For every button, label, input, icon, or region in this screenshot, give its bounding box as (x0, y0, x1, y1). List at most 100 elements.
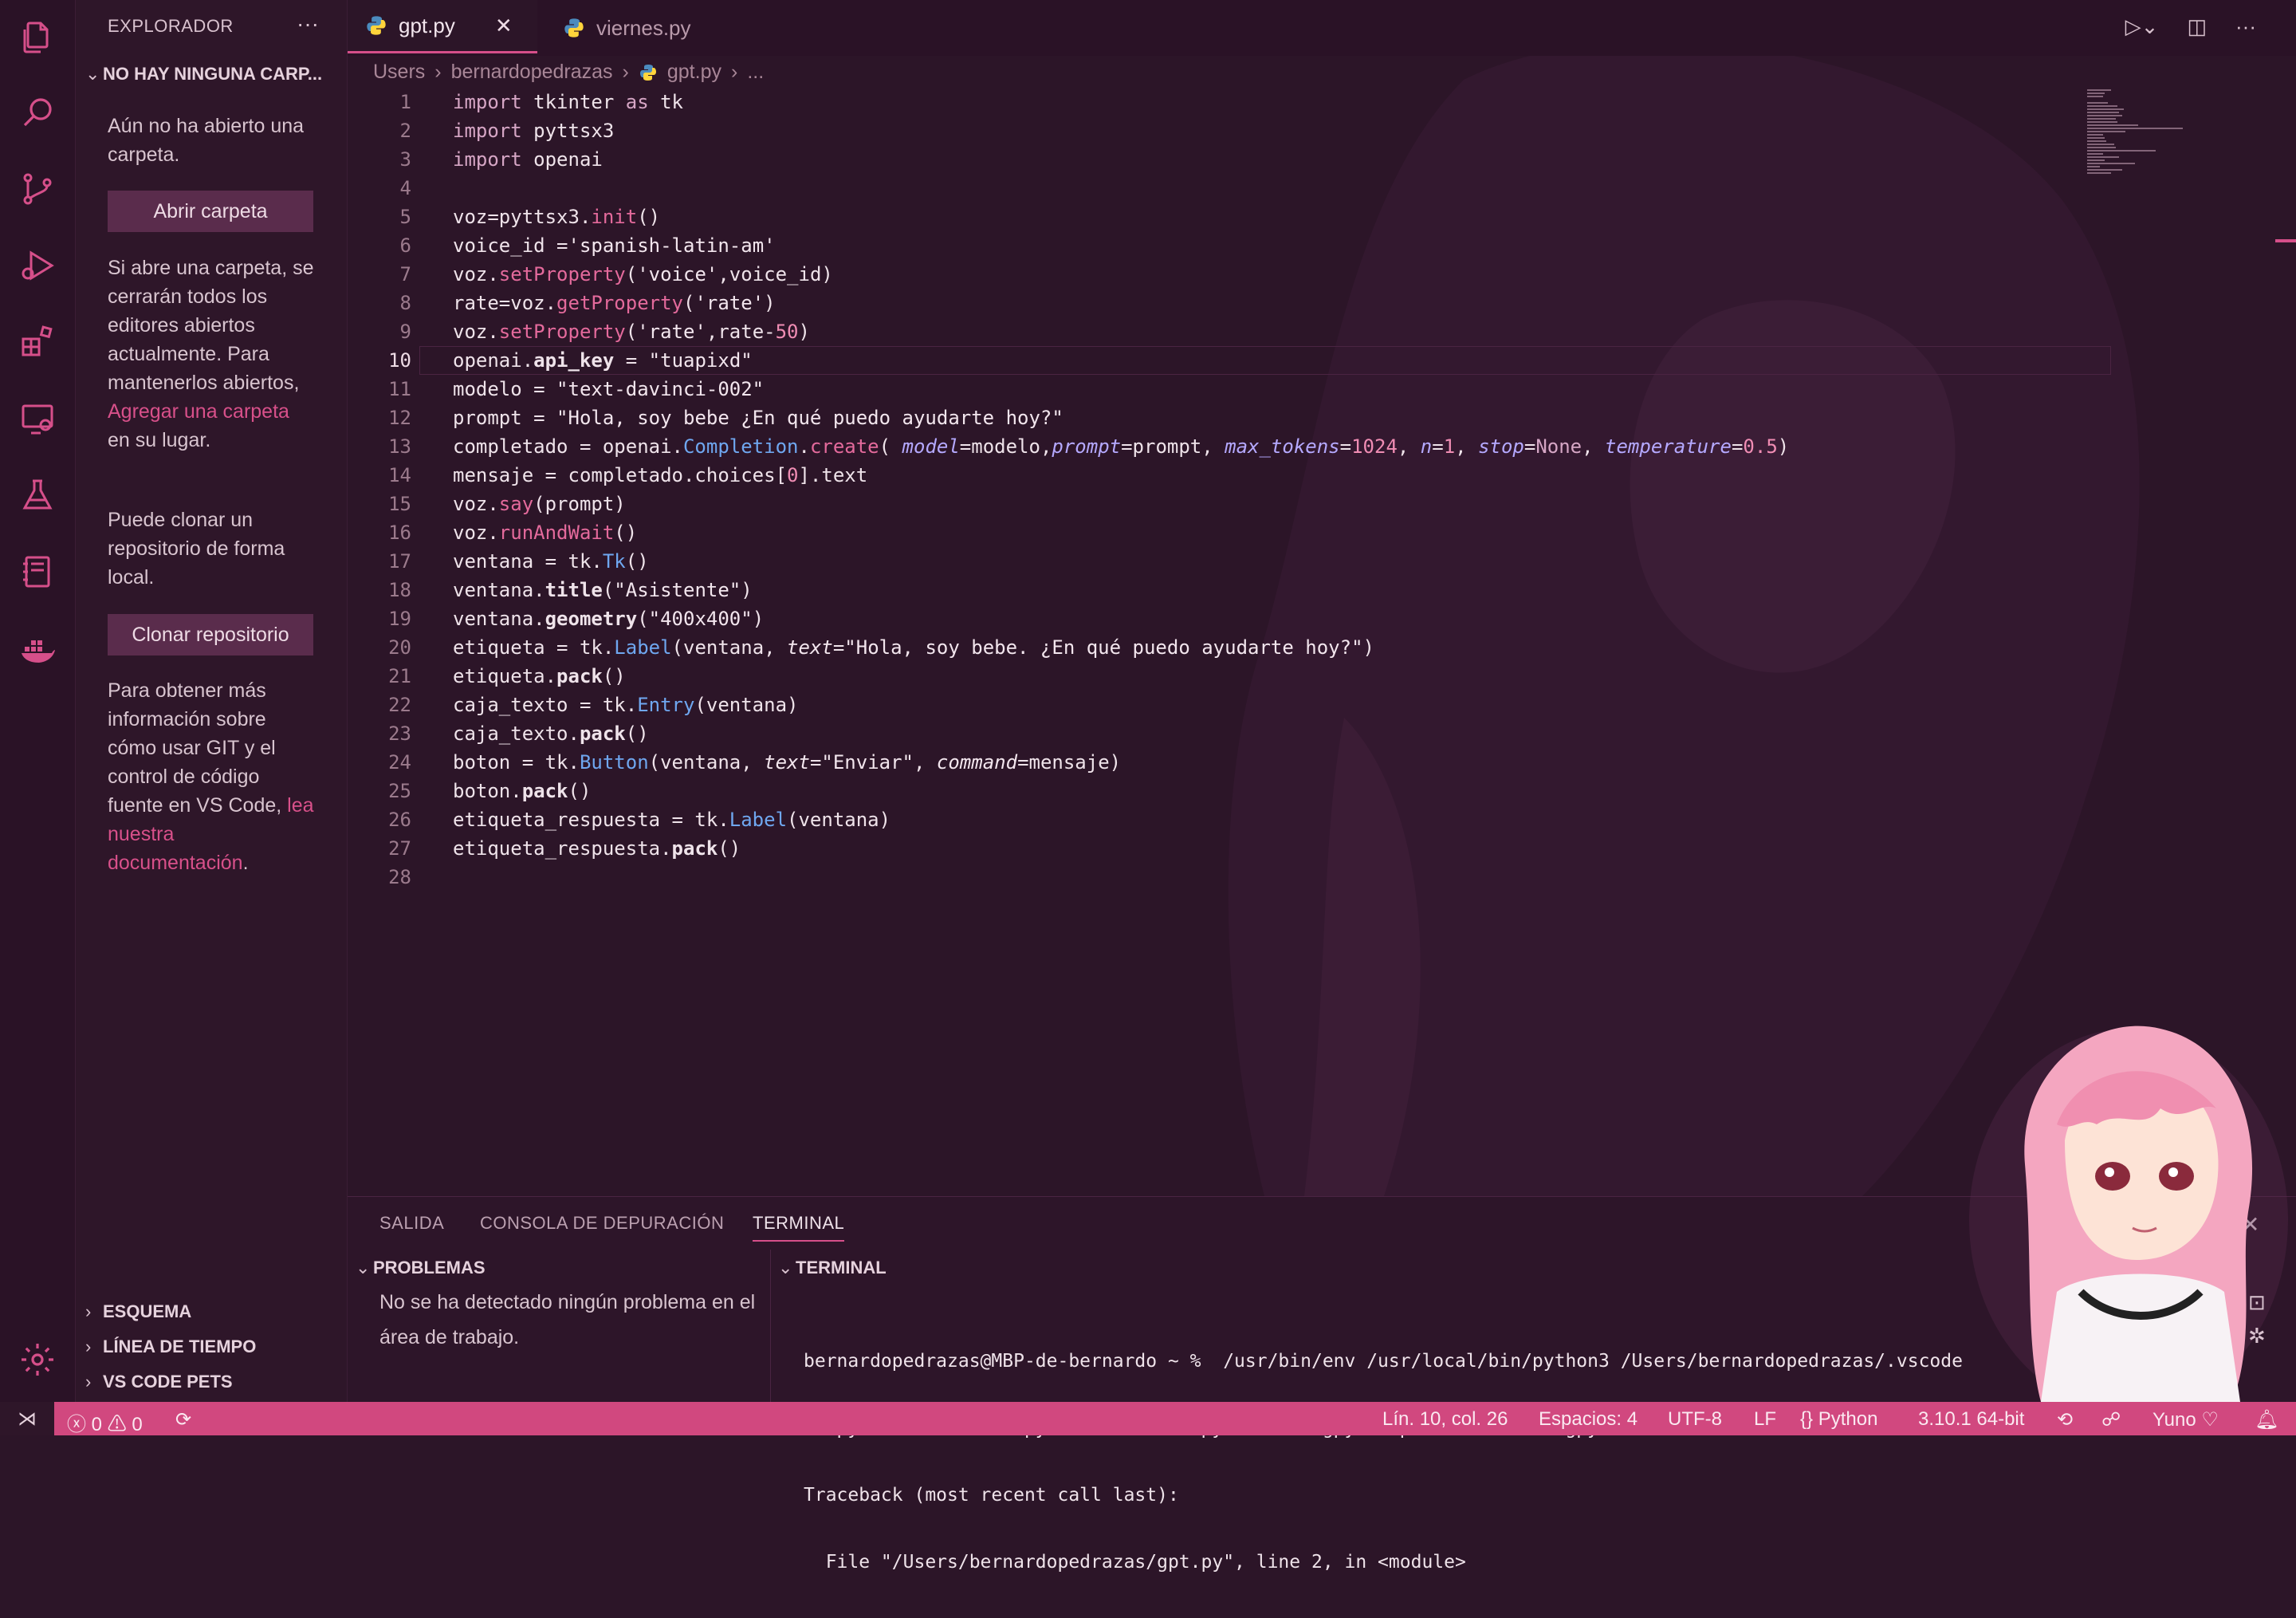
line-number: 4 (399, 177, 411, 199)
problems-header[interactable]: ⌄ PROBLEMAS (356, 1258, 486, 1278)
code-text: mensaje = completado.choices[0].text (453, 464, 868, 486)
chevron-right-icon: › (85, 1337, 92, 1356)
chevron-right-icon: › (85, 1301, 92, 1321)
timeline-label: LÍNEA DE TIEMPO (103, 1337, 257, 1356)
notifications-bell-icon[interactable]: 🔔︎ (2255, 1408, 2278, 1431)
line-number: 20 (388, 636, 411, 659)
tab-viernes-py[interactable]: viernes.py (547, 0, 746, 56)
line-number: 9 (399, 321, 411, 343)
clone-repository-button[interactable]: Clonar repositorio (108, 614, 313, 655)
folder-section-header[interactable]: ⌄ NO HAY NINGUNA CARP... (85, 64, 322, 85)
sidebar-more-actions-button[interactable]: ··· (297, 11, 319, 37)
terminal-new-icon[interactable]: ⊡ (2248, 1290, 2266, 1315)
outline-section[interactable]: › ESQUEMA (85, 1301, 191, 1322)
tab-output[interactable]: SALIDA (379, 1213, 444, 1234)
breadcrumb-users[interactable]: Users (373, 61, 425, 84)
search-icon[interactable] (18, 93, 57, 132)
code-text: modelo = "text-davinci-002" (453, 378, 765, 400)
code-text: etiqueta_respuesta.pack() (453, 837, 741, 860)
run-debug-icon[interactable] (18, 246, 57, 285)
line-number: 8 (399, 292, 411, 314)
remote-indicator-icon[interactable]: ⋊ (0, 1402, 54, 1435)
encoding[interactable]: UTF-8 (1668, 1408, 1722, 1431)
breadcrumb-symbol[interactable]: ... (747, 61, 764, 84)
debug-bug-icon[interactable]: ✲ (2248, 1324, 2266, 1348)
open-folder-button[interactable]: Abrir carpeta (108, 191, 313, 232)
remote-explorer-icon[interactable] (18, 399, 57, 439)
line-number: 14 (388, 464, 411, 486)
tab-debug-console[interactable]: CONSOLA DE DEPURACIÓN (480, 1213, 724, 1234)
line-number: 26 (388, 809, 411, 831)
breadcrumb-user-folder[interactable]: bernardopedrazas (451, 61, 613, 84)
run-play-icon[interactable]: ▷⌄ (2125, 14, 2159, 39)
settings-gear-icon[interactable] (18, 1340, 57, 1380)
code-text: caja_texto.pack() (453, 722, 649, 745)
line-number: 11 (388, 378, 411, 400)
feedback-icon[interactable]: ☍ (2101, 1408, 2121, 1431)
line-number: 6 (399, 234, 411, 257)
end-of-line[interactable]: LF (1754, 1408, 1776, 1431)
sync-icon[interactable]: ⟲ (2057, 1408, 2073, 1431)
code-text: voz=pyttsx3.init() (453, 206, 661, 228)
code-text: ventana.title("Asistente") (453, 579, 753, 601)
extensions-icon[interactable] (18, 322, 57, 362)
python-interpreter[interactable]: 3.10.1 64-bit (1918, 1408, 2024, 1431)
chevron-right-icon: › (85, 1372, 92, 1392)
vscode-pets-section[interactable]: › VS CODE PETS (85, 1372, 233, 1392)
git-info: Para obtener más información sobre cómo … (108, 676, 315, 877)
heart-icon: ♡ (2201, 1409, 2219, 1431)
chevron-right-icon: › (622, 61, 629, 83)
code-text: completado = openai.Completion.create( m… (453, 435, 1790, 458)
explorer-files-icon[interactable] (18, 18, 57, 57)
line-number: 17 (388, 550, 411, 573)
code-text: caja_texto = tk.Entry(ventana) (453, 694, 799, 716)
chevron-right-icon: › (434, 61, 442, 83)
line-number: 27 (388, 837, 411, 860)
panel-divider (770, 1250, 771, 1403)
theme-indicator[interactable]: Yuno ♡ (2152, 1408, 2219, 1431)
breadcrumb: Users › bernardopedrazas › gpt.py › ... (373, 61, 764, 84)
line-number: 25 (388, 780, 411, 802)
source-control-icon[interactable] (18, 169, 57, 209)
git-info-end: . (242, 852, 249, 874)
vscode-pets-label: VS CODE PETS (103, 1372, 233, 1392)
testing-flask-icon[interactable] (18, 475, 57, 515)
line-number: 12 (388, 407, 411, 429)
git-info-text: Para obtener más información sobre cómo … (108, 679, 288, 817)
minimap[interactable] (2087, 88, 2183, 183)
add-folder-link[interactable]: Agregar una carpeta (108, 400, 289, 423)
notebook-icon[interactable] (18, 552, 57, 592)
code-text: etiqueta.pack() (453, 665, 626, 687)
folder-section-label: NO HAY NINGUNA CARP... (103, 64, 323, 84)
split-editor-icon[interactable]: ◫ (2187, 14, 2207, 39)
indentation[interactable]: Espacios: 4 (1539, 1408, 1637, 1431)
language-label: Python (1818, 1408, 1878, 1430)
theme-label: Yuno (2152, 1409, 2196, 1431)
breadcrumb-file[interactable]: gpt.py (667, 61, 721, 84)
chevron-right-icon: › (730, 61, 738, 83)
terminal-line: Traceback (most recent call last): (804, 1485, 1179, 1506)
warning-count: 0 (132, 1414, 143, 1435)
anime-character-sticker (1969, 1026, 2288, 1402)
tab-terminal[interactable]: TERMINAL (753, 1213, 845, 1242)
language-mode[interactable]: {} Python (1800, 1408, 1877, 1431)
cursor-position[interactable]: Lín. 10, col. 26 (1382, 1408, 1508, 1431)
editor-actions: ▷⌄ ◫ ··· (2125, 14, 2256, 39)
terminal-output[interactable]: bernardopedrazas@MBP-de-bernardo ~ % /us… (804, 1305, 1976, 1618)
timeline-section[interactable]: › LÍNEA DE TIEMPO (85, 1337, 256, 1357)
tab-gpt-py[interactable]: gpt.py ✕ (348, 0, 537, 53)
code-text: voz.setProperty('rate',rate-50) (453, 321, 810, 343)
problems-status[interactable]: ⓧ 0 ⚠ 0 (67, 1408, 143, 1436)
live-share-icon[interactable]: ⟳ (175, 1408, 191, 1431)
terminal-header[interactable]: ⌄ TERMINAL (778, 1258, 887, 1278)
more-actions-icon[interactable]: ··· (2235, 14, 2256, 39)
code-text: voz.say(prompt) (453, 493, 626, 515)
code-text: import tkinter as tk (453, 91, 684, 113)
problems-message: No se ha detectado ningún problema en el… (379, 1291, 756, 1348)
code-text: etiqueta_respuesta = tk.Label(ventana) (453, 809, 891, 831)
python-icon (639, 64, 656, 81)
docker-icon[interactable] (18, 630, 57, 670)
close-icon[interactable]: ✕ (495, 14, 513, 38)
open-info-text: Si abre una carpeta, se cerrarán todos l… (108, 257, 314, 394)
error-count: 0 (91, 1414, 103, 1435)
